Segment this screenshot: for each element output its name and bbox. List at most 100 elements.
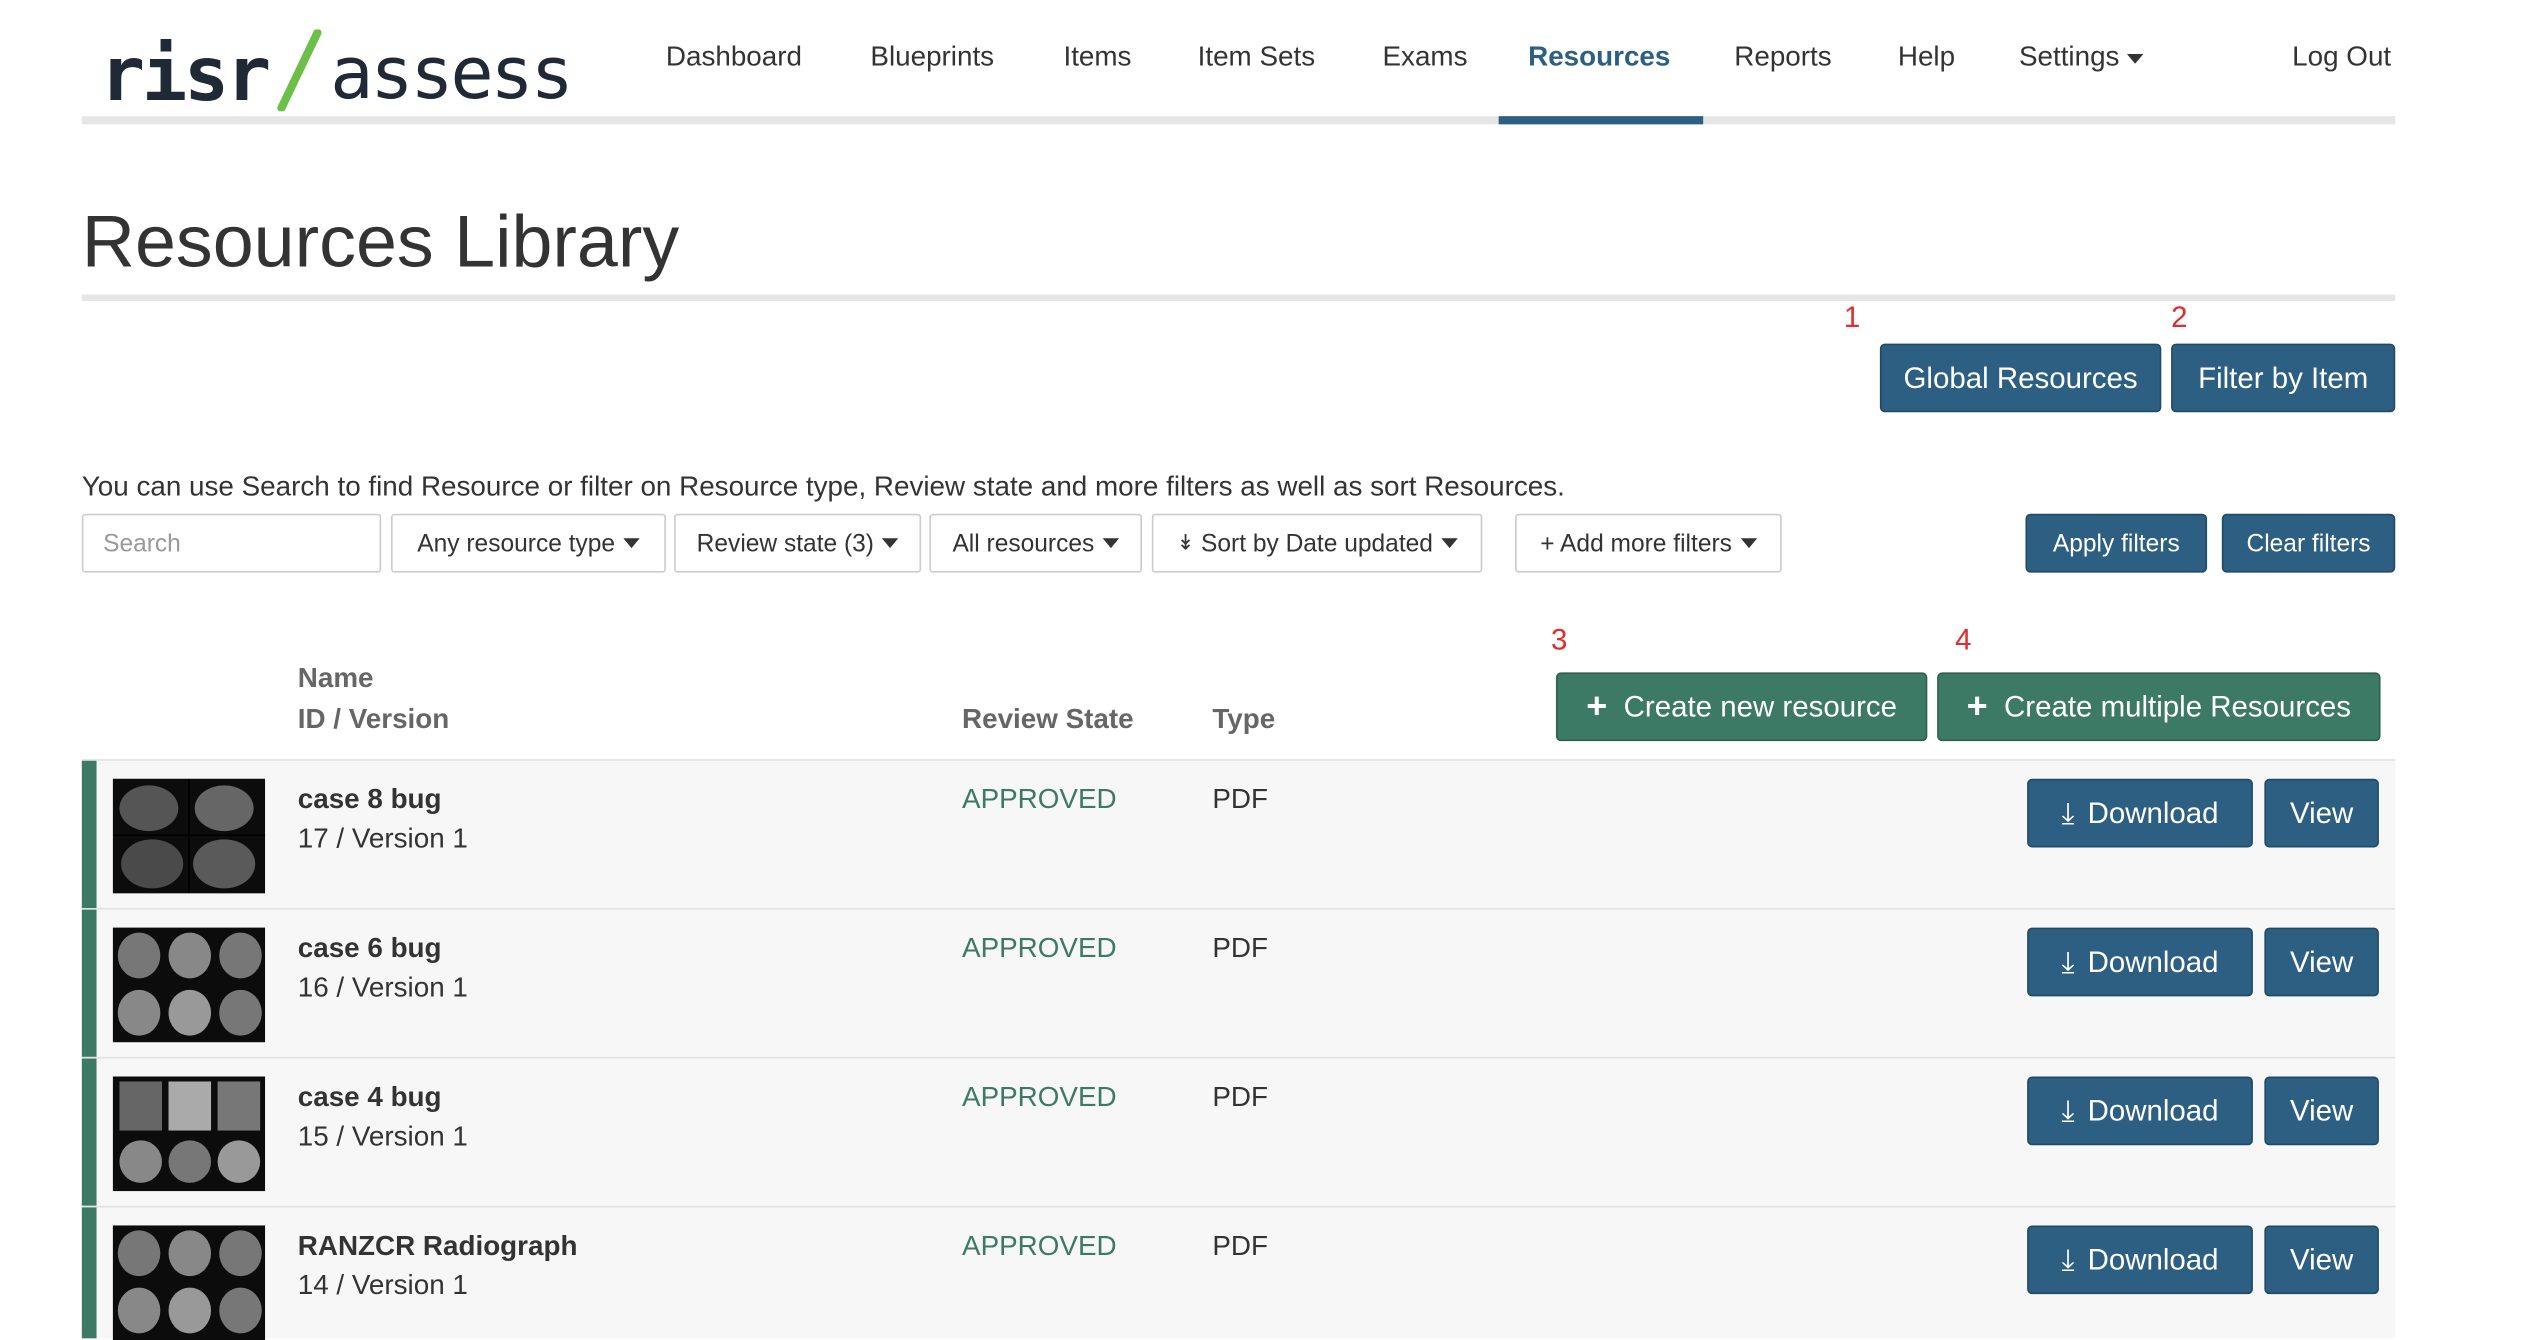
nav-resources[interactable]: Resources: [1528, 41, 1670, 74]
nav-active-indicator: [1498, 116, 1704, 125]
nav-exams[interactable]: Exams: [1383, 41, 1468, 74]
resource-name[interactable]: case 6 bug: [298, 933, 442, 966]
chevron-down-icon: [1102, 538, 1119, 549]
page: risr assess Dashboard Blueprints Items I…: [0, 0, 2528, 1340]
download-icon: ⤓: [2061, 944, 2075, 978]
header-review-state: Review State: [962, 703, 1134, 735]
download-button[interactable]: ⤓ Download: [2027, 778, 2253, 848]
annotation-2: 2: [2171, 301, 2188, 334]
clear-filters-button[interactable]: Clear filters: [2221, 513, 2396, 573]
resource-id-version: 17 / Version 1: [297, 822, 468, 855]
view-button[interactable]: View: [2264, 1225, 2379, 1295]
resource-type: PDF: [1212, 932, 1268, 964]
download-icon: ⤓: [2061, 1242, 2075, 1276]
create-multiple-resources-button[interactable]: + Create multiple Resources: [1937, 672, 2381, 742]
resource-id-version: 14 / Version 1: [297, 1269, 468, 1301]
resource-type-dropdown[interactable]: Any resource type: [391, 513, 666, 573]
download-label: Download: [2087, 1093, 2219, 1127]
review-state-dropdown[interactable]: Review state (3): [674, 513, 922, 573]
nav-reports[interactable]: Reports: [1734, 41, 1831, 74]
row-accent-bar: [81, 1058, 97, 1206]
header-name: Name: [297, 662, 374, 694]
resource-name[interactable]: case 8 bug: [298, 784, 442, 817]
add-more-filters-dropdown[interactable]: + Add more filters: [1515, 513, 1782, 573]
download-label: Download: [2087, 1242, 2219, 1276]
plus-icon: +: [1966, 685, 1988, 727]
resource-type: PDF: [1212, 783, 1268, 815]
nav-help[interactable]: Help: [1898, 41, 1955, 74]
download-icon: ⤓: [2061, 795, 2075, 829]
resource-type: PDF: [1212, 1230, 1268, 1262]
resource-id-version: 16 / Version 1: [297, 971, 468, 1003]
resource-name[interactable]: RANZCR Radiograph: [298, 1230, 578, 1263]
table-row: case 6 bug 16 / Version 1 APPROVED PDF ⤓…: [81, 908, 2396, 1057]
nav-settings-label: Settings: [2018, 40, 2120, 72]
page-title: Resources Library: [81, 199, 680, 284]
create-new-resource-button[interactable]: + Create new resource: [1555, 672, 1928, 742]
search-help-text: You can use Search to find Resource or f…: [81, 471, 1565, 503]
review-state-badge: APPROVED: [962, 1230, 1117, 1262]
logo-assess-text: assess: [330, 32, 574, 117]
download-icon: ⤓: [2061, 1093, 2075, 1127]
table-row: case 8 bug 17 / Version 1 APPROVED PDF ⤓…: [81, 759, 2396, 909]
table-row: RANZCR Radiograph 14 / Version 1 APPROVE…: [81, 1205, 2396, 1340]
row-accent-bar: [81, 1207, 97, 1339]
download-button[interactable]: ⤓ Download: [2027, 1225, 2253, 1295]
download-label: Download: [2087, 944, 2219, 978]
review-state-badge: APPROVED: [962, 1081, 1117, 1113]
chevron-down-icon: [623, 538, 640, 549]
download-button[interactable]: ⤓ Download: [2027, 927, 2253, 997]
view-button[interactable]: View: [2264, 778, 2379, 848]
view-button[interactable]: View: [2264, 1076, 2379, 1146]
search-input[interactable]: [81, 513, 382, 573]
row-accent-bar: [81, 760, 97, 909]
title-divider: [81, 294, 2396, 302]
download-button[interactable]: ⤓ Download: [2027, 1076, 2253, 1146]
resource-id-version: 15 / Version 1: [297, 1120, 468, 1152]
nav-items[interactable]: Items: [1063, 41, 1131, 74]
resource-thumbnail[interactable]: [112, 778, 266, 894]
apply-filters-button[interactable]: Apply filters: [2025, 513, 2208, 573]
chevron-down-icon: [882, 538, 899, 549]
view-button[interactable]: View: [2264, 927, 2379, 997]
review-state-badge: APPROVED: [962, 932, 1117, 964]
resource-thumbnail[interactable]: [112, 927, 266, 1043]
review-state-label: Review state (3): [696, 529, 874, 558]
filter-by-item-button[interactable]: Filter by Item: [2171, 343, 2396, 413]
nav-item-sets[interactable]: Item Sets: [1198, 41, 1315, 74]
sort-dropdown[interactable]: ↡ Sort by Date updated: [1151, 513, 1483, 573]
all-resources-dropdown[interactable]: All resources: [929, 513, 1142, 573]
row-accent-bar: [81, 909, 97, 1057]
add-filters-label: + Add more filters: [1540, 529, 1732, 558]
table-row: case 4 bug 15 / Version 1 APPROVED PDF ⤓…: [81, 1056, 2396, 1206]
create-multiple-label: Create multiple Resources: [2004, 689, 2352, 723]
global-resources-button[interactable]: Global Resources: [1879, 343, 2162, 413]
logo-slash-icon: [271, 29, 327, 112]
nav-logout[interactable]: Log Out: [2292, 41, 2391, 74]
annotation-4: 4: [1955, 623, 1972, 657]
top-navbar: risr assess Dashboard Blueprints Items I…: [81, 0, 2396, 125]
sort-double-chevron-icon: ↡: [1176, 530, 1195, 555]
plus-icon: +: [1586, 685, 1608, 727]
header-id-version: ID / Version: [297, 703, 450, 735]
resource-type: PDF: [1212, 1081, 1268, 1113]
nav-dashboard[interactable]: Dashboard: [666, 41, 802, 74]
nav-blueprints[interactable]: Blueprints: [870, 41, 994, 74]
logo-risr-text: risr: [99, 29, 271, 118]
nav-settings[interactable]: Settings: [2018, 40, 2145, 74]
resource-name[interactable]: case 4 bug: [298, 1081, 442, 1114]
navbar-divider: [81, 116, 2396, 125]
resource-thumbnail[interactable]: [112, 1076, 266, 1192]
header-type: Type: [1212, 703, 1276, 735]
annotation-1: 1: [1843, 301, 1861, 334]
all-resources-label: All resources: [952, 529, 1095, 558]
chevron-down-icon: [1441, 538, 1458, 549]
download-label: Download: [2087, 795, 2219, 829]
risr-assess-logo[interactable]: risr assess: [99, 13, 574, 118]
annotation-3: 3: [1551, 623, 1568, 657]
chevron-down-icon: [1740, 538, 1757, 549]
sort-label: Sort by Date updated: [1200, 529, 1433, 558]
review-state-badge: APPROVED: [962, 783, 1117, 815]
chevron-down-icon: [2127, 53, 2145, 64]
resource-thumbnail[interactable]: [112, 1225, 266, 1340]
